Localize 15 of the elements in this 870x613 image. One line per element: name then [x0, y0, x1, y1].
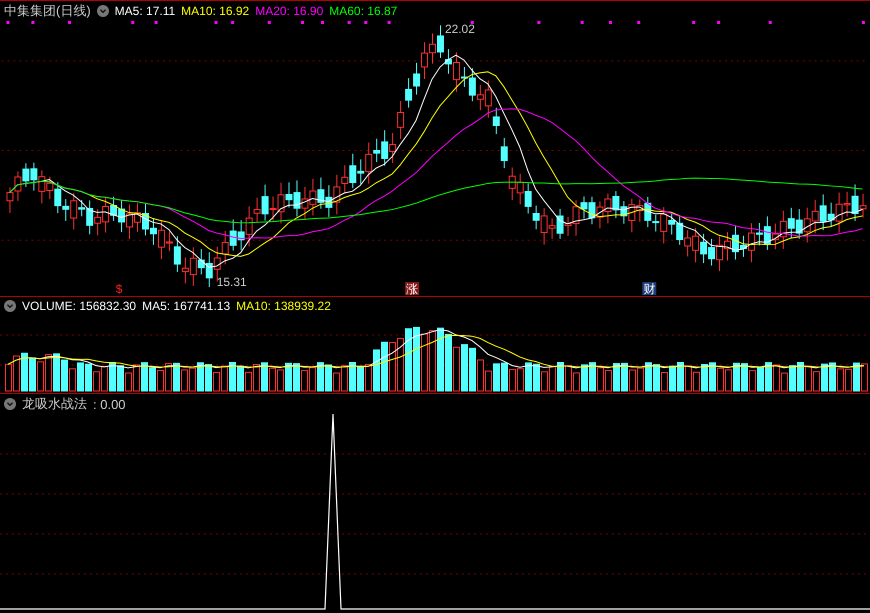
indicator-title: 龙吸水战法	[22, 395, 87, 413]
high-price-label: 22.02	[444, 22, 475, 36]
marker-label: 财	[643, 282, 656, 296]
low-price-label: 15.31	[216, 275, 247, 290]
indicator-value: MA5: 17.11	[114, 4, 176, 18]
indicator-value: MA5: 167741.13	[142, 299, 230, 313]
chart-title: 中集集团(日线)	[4, 2, 91, 20]
marker-label: $	[116, 282, 122, 296]
indicator-value: MA60: 16.87	[329, 4, 398, 18]
indicator-value: : 0.00	[93, 396, 126, 412]
indicator-value: MA20: 16.90	[255, 4, 324, 18]
indicator-value: MA10: 138939.22	[236, 299, 331, 313]
indicator-value: MA10: 16.92	[181, 4, 250, 18]
indicator-value: VOLUME: 156832.30	[22, 299, 136, 313]
marker-label: 涨	[406, 282, 418, 296]
